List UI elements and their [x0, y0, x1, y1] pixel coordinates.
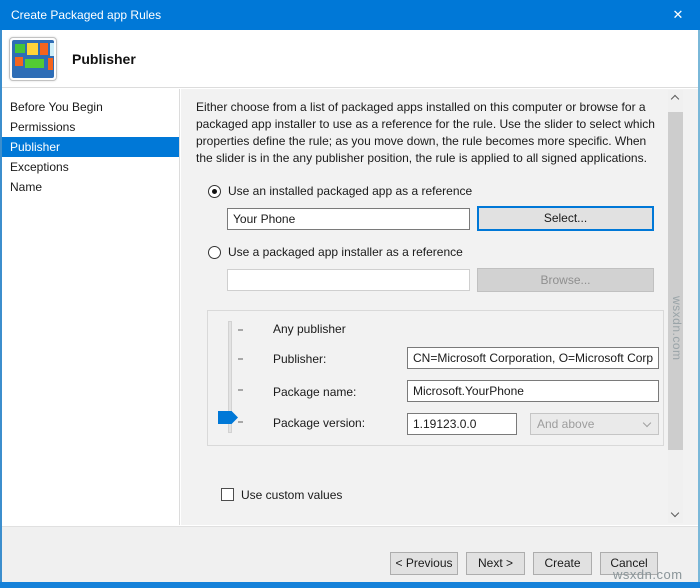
package-name-label: Package name: — [273, 385, 356, 399]
titlebar: Create Packaged app Rules — [0, 0, 700, 30]
package-name-input[interactable] — [407, 380, 659, 402]
packaged-app-tiles-icon — [9, 37, 57, 81]
footer-bar: < Previous Next > Create Cancel — [0, 526, 700, 582]
chevron-down-icon — [643, 419, 651, 427]
package-version-label: Package version: — [273, 416, 365, 430]
publisher-value-input[interactable] — [407, 347, 659, 369]
page-description: Either choose from a list of packaged ap… — [196, 99, 660, 167]
slider-tick — [238, 329, 243, 331]
wizard-header: Publisher — [0, 30, 700, 88]
version-match-dropdown-value: And above — [537, 417, 594, 431]
package-version-input[interactable] — [407, 413, 517, 435]
window-title: Create Packaged app Rules — [11, 0, 161, 30]
version-match-dropdown[interactable]: And above — [530, 413, 659, 435]
slider-tick — [238, 421, 243, 423]
sidebar-item-permissions[interactable]: Permissions — [0, 117, 179, 137]
watermark-side-text: wsxdn.com — [670, 296, 684, 361]
select-button[interactable]: Select... — [477, 206, 654, 231]
installed-app-radio[interactable] — [208, 185, 221, 198]
close-icon[interactable] — [656, 0, 700, 30]
create-packaged-app-rules-dialog: Create Packaged app Rules Publisher Befo… — [0, 0, 700, 588]
tile-board — [12, 40, 54, 78]
next-button[interactable]: Next > — [466, 552, 525, 575]
scrollbar-thumb[interactable] — [668, 112, 683, 450]
installer-radio[interactable] — [208, 246, 221, 259]
publisher-label: Publisher: — [273, 352, 326, 366]
previous-button[interactable]: < Previous — [390, 552, 458, 575]
any-publisher-label: Any publisher — [273, 322, 346, 336]
watermark-text: wsxdn.com — [613, 567, 683, 582]
use-custom-values-checkbox[interactable] — [221, 488, 234, 501]
installed-app-radio-label[interactable]: Use an installed packaged app as a refer… — [228, 184, 472, 198]
sidebar-item-name[interactable]: Name — [0, 177, 179, 197]
slider-tick — [238, 358, 243, 360]
wizard-steps-sidebar: Before You Begin Permissions Publisher E… — [0, 89, 180, 525]
sidebar-item-exceptions[interactable]: Exceptions — [0, 157, 179, 177]
window-left-border — [0, 30, 2, 582]
use-custom-values-label[interactable]: Use custom values — [241, 488, 342, 502]
scroll-up-icon[interactable] — [668, 90, 683, 107]
window-bottom-border — [0, 582, 700, 588]
slider-tick — [238, 389, 243, 391]
installer-path-input[interactable] — [227, 269, 470, 291]
create-button[interactable]: Create — [533, 552, 592, 575]
installed-app-name-input[interactable] — [227, 208, 470, 230]
scroll-down-icon[interactable] — [668, 506, 683, 523]
installer-radio-label[interactable]: Use a packaged app installer as a refere… — [228, 245, 463, 259]
sidebar-item-before-you-begin[interactable]: Before You Begin — [0, 97, 179, 117]
browse-button[interactable]: Browse... — [477, 268, 654, 292]
page-title: Publisher — [72, 30, 136, 88]
sidebar-item-publisher[interactable]: Publisher — [0, 137, 179, 157]
